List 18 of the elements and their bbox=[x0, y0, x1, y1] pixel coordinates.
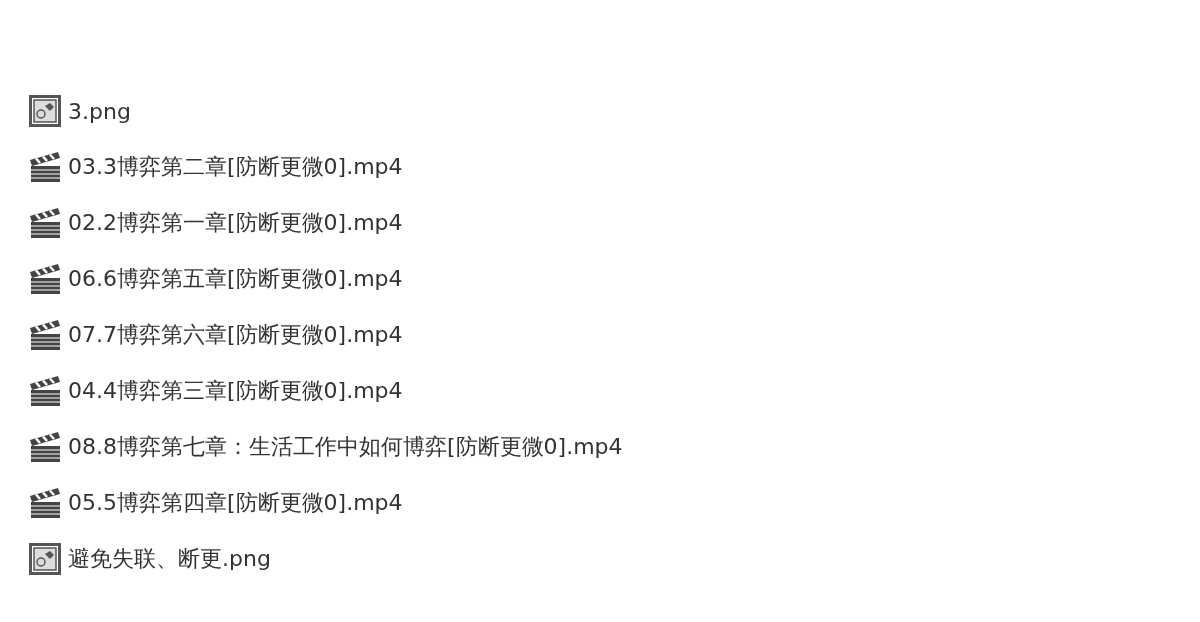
file-name[interactable]: 避免失联、断更.png bbox=[68, 544, 271, 574]
file-name[interactable]: 08.8博弈第七章：生活工作中如何博弈[防断更微0].mp4 bbox=[68, 432, 623, 462]
file-name[interactable]: 07.7博弈第六章[防断更微0].mp4 bbox=[68, 320, 403, 350]
clapperboard-icon bbox=[28, 374, 62, 408]
file-name[interactable]: 03.3博弈第二章[防断更微0].mp4 bbox=[68, 152, 403, 182]
file-name[interactable]: 06.6博弈第五章[防断更微0].mp4 bbox=[68, 264, 403, 294]
image-file-icon bbox=[28, 94, 62, 128]
clapperboard-icon bbox=[28, 430, 62, 464]
clapperboard-icon bbox=[28, 150, 62, 184]
file-name[interactable]: 05.5博弈第四章[防断更微0].mp4 bbox=[68, 488, 403, 518]
clapperboard-icon bbox=[28, 206, 62, 240]
clapperboard-icon bbox=[28, 318, 62, 352]
clapperboard-icon bbox=[28, 486, 62, 520]
file-name[interactable]: 04.4博弈第三章[防断更微0].mp4 bbox=[68, 376, 403, 406]
file-name[interactable]: 02.2博弈第一章[防断更微0].mp4 bbox=[68, 208, 403, 238]
image-file-icon bbox=[28, 542, 62, 576]
clapperboard-icon bbox=[28, 262, 62, 296]
file-name[interactable]: 3.png bbox=[68, 98, 131, 124]
